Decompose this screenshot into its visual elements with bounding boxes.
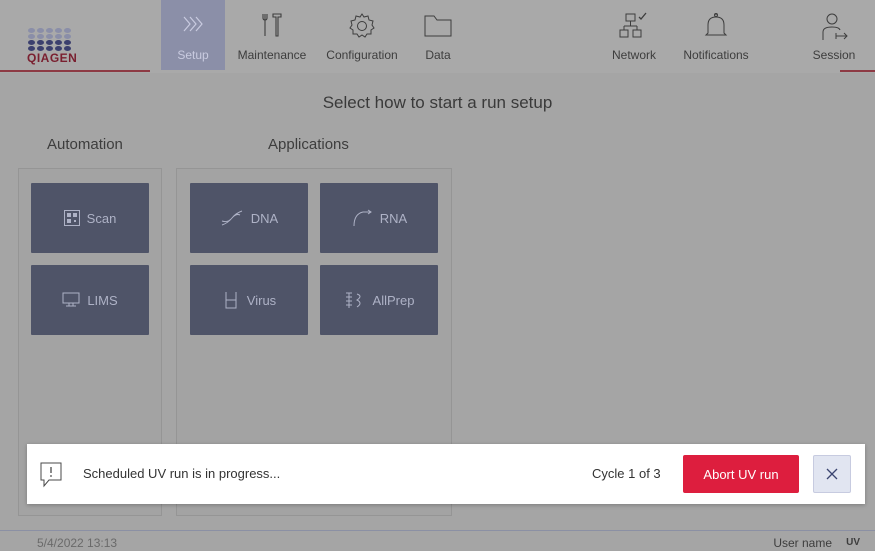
rna-strand-icon (353, 209, 372, 227)
cycle-counter: Cycle 1 of 3 (592, 466, 661, 481)
virus-tile[interactable]: Virus (190, 265, 308, 335)
gear-icon (349, 13, 375, 38)
alert-comment-icon (40, 462, 62, 488)
user-logout-icon (822, 13, 848, 40)
dna-helix-icon (221, 210, 242, 226)
footer-user-name: User name (773, 536, 832, 550)
notification-message: Scheduled UV run is in progress... (83, 466, 281, 481)
tube-icon (225, 292, 237, 309)
nav-setup[interactable]: Setup (161, 0, 225, 70)
dna-tile[interactable]: DNA (190, 183, 308, 253)
page-title: Select how to start a run setup (322, 93, 553, 112)
footer-datetime: 5/4/2022 13:13 (37, 536, 118, 550)
nav-network[interactable]: Network (604, 0, 664, 70)
chevrons-right-icon (183, 16, 203, 32)
footer-user-initials: UV (846, 537, 860, 548)
scan-tile-label: Scan (86, 210, 117, 226)
nav-configuration[interactable]: Configuration (318, 0, 406, 70)
logo-text: QIAGEN (27, 51, 78, 65)
lims-tile-label: LIMS (87, 292, 118, 308)
allprep-tile-label: AllPrep (372, 292, 415, 308)
rna-tile-label: RNA (379, 210, 408, 226)
uv-run-notification: Scheduled UV run is in progress... Cycle… (27, 444, 865, 504)
nav-network-label: Network (611, 48, 656, 62)
nav-data[interactable]: Data (410, 0, 466, 70)
allprep-tile[interactable]: AllPrep (320, 265, 438, 335)
top-bar: QIAGEN Setup Maintenance Configuration D… (0, 0, 875, 73)
close-icon (826, 468, 838, 480)
nav-notifications-label: Notifications (683, 48, 749, 62)
bell-icon (704, 13, 728, 36)
nav-session-label: Session (812, 48, 856, 62)
nav-notifications[interactable]: Notifications (670, 0, 762, 70)
nav-maintenance-label: Maintenance (237, 48, 307, 62)
nav-session[interactable]: Session (801, 0, 867, 70)
close-notification-button[interactable] (813, 455, 851, 493)
nav-setup-label: Setup (177, 48, 209, 62)
dna-tile-label: DNA (250, 210, 279, 226)
scan-tile[interactable]: Scan (31, 183, 149, 253)
header-divider-right (840, 70, 875, 72)
tools-icon (262, 13, 282, 37)
network-icon (619, 12, 647, 38)
abort-uv-run-button[interactable]: Abort UV run (683, 455, 799, 493)
rna-tile[interactable]: RNA (320, 183, 438, 253)
nav-maintenance[interactable]: Maintenance (229, 0, 315, 70)
automation-label: Automation (47, 136, 123, 153)
applications-label: Applications (268, 136, 349, 153)
monitor-icon (62, 292, 80, 307)
qr-code-icon (63, 210, 80, 226)
allprep-icon (345, 292, 361, 308)
lims-tile[interactable]: LIMS (31, 265, 149, 335)
footer-divider (0, 530, 875, 531)
folder-icon (424, 15, 452, 37)
nav-configuration-label: Configuration (326, 48, 398, 62)
virus-tile-label: Virus (246, 292, 277, 308)
nav-data-label: Data (425, 48, 451, 62)
header-divider-left (0, 70, 150, 72)
